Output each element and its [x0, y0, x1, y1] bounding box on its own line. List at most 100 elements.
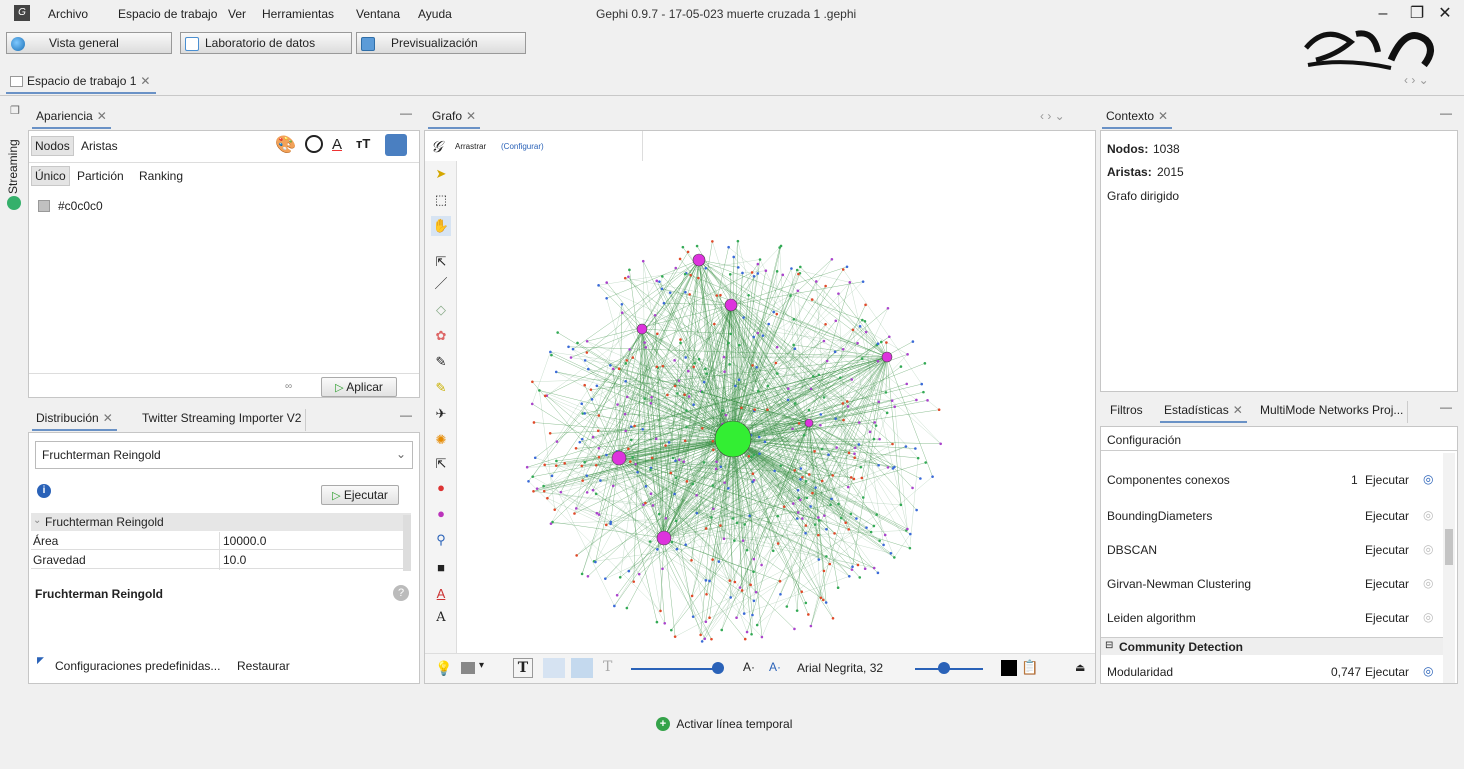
- graph-node[interactable]: [792, 343, 795, 347]
- graph-node[interactable]: [583, 412, 586, 415]
- graph-node[interactable]: [628, 460, 632, 463]
- community-detection-group[interactable]: ⊟ Community Detection: [1101, 637, 1443, 655]
- graph-node[interactable]: [825, 359, 829, 363]
- graph-node[interactable]: [673, 384, 677, 388]
- graph-node[interactable]: [804, 601, 808, 605]
- graph-node[interactable]: [653, 314, 657, 317]
- graph-node[interactable]: [632, 580, 636, 583]
- graph-node[interactable]: [583, 383, 586, 387]
- graph-node[interactable]: [585, 339, 589, 343]
- graph-node[interactable]: [800, 590, 804, 593]
- graph-node[interactable]: [911, 486, 914, 490]
- graph-node[interactable]: [834, 319, 838, 323]
- graph-node[interactable]: [542, 484, 545, 488]
- background-color-icon[interactable]: [1001, 660, 1017, 676]
- graph-node[interactable]: [554, 464, 558, 467]
- graph-node[interactable]: [624, 379, 627, 383]
- graph-node[interactable]: [543, 394, 547, 398]
- workspace-nav-icon[interactable]: ‹ › ⌄: [1404, 73, 1429, 87]
- direct-select-icon[interactable]: ⇱: [431, 252, 451, 272]
- graph-node[interactable]: [820, 479, 824, 483]
- graph-node[interactable]: [796, 511, 800, 514]
- graph-node[interactable]: [595, 384, 599, 388]
- graph-node[interactable]: [877, 400, 881, 404]
- graph-node[interactable]: [613, 604, 616, 608]
- graph-node[interactable]: [763, 440, 767, 444]
- graph-node[interactable]: [683, 272, 687, 276]
- graph-node[interactable]: [583, 460, 586, 464]
- graph-node[interactable]: [643, 341, 647, 344]
- rectangle-select-icon[interactable]: ⬚: [431, 190, 451, 210]
- graph-node[interactable]: [575, 554, 578, 557]
- graph-node[interactable]: [844, 521, 847, 525]
- graph-node[interactable]: [674, 459, 677, 463]
- graph-node[interactable]: [556, 331, 559, 334]
- graph-node[interactable]: [742, 316, 745, 319]
- graph-node[interactable]: [679, 341, 682, 345]
- graph-node[interactable]: [605, 281, 609, 284]
- graph-node[interactable]: [629, 425, 633, 428]
- graph-node[interactable]: [554, 370, 558, 374]
- graph-node[interactable]: [604, 577, 607, 580]
- graph-node[interactable]: [886, 306, 890, 310]
- select-pointer-icon[interactable]: ➤: [431, 164, 451, 184]
- run-statistic-button[interactable]: Ejecutar: [1365, 665, 1409, 679]
- graph-node[interactable]: [609, 364, 612, 367]
- run-statistic-button[interactable]: Ejecutar: [1365, 473, 1409, 487]
- graph-node[interactable]: [797, 496, 801, 499]
- graph-node[interactable]: [841, 268, 845, 271]
- graph-node[interactable]: [585, 351, 589, 354]
- graph-node[interactable]: [658, 280, 661, 283]
- graph-node[interactable]: [885, 341, 888, 344]
- edge-pencil-icon[interactable]: ✎: [431, 378, 451, 398]
- graph-node[interactable]: [764, 269, 768, 273]
- graph-node[interactable]: [824, 601, 828, 604]
- graph-node[interactable]: [872, 566, 876, 570]
- graph-node[interactable]: [884, 391, 888, 394]
- graph-node[interactable]: [804, 524, 808, 527]
- apply-button[interactable]: ▷ Aplicar: [321, 377, 397, 397]
- graph-node[interactable]: [920, 382, 924, 386]
- label-font-icon[interactable]: T: [603, 659, 612, 675]
- graph-node[interactable]: [890, 399, 894, 402]
- graph-node[interactable]: [757, 435, 761, 439]
- help-icon[interactable]: ?: [393, 585, 409, 601]
- graph-node[interactable]: [683, 393, 686, 396]
- graph-node[interactable]: [670, 540, 674, 544]
- graph-node[interactable]: [691, 482, 695, 486]
- graph-node[interactable]: [727, 245, 730, 249]
- graph-node[interactable]: [752, 453, 756, 457]
- graph-node[interactable]: [889, 551, 893, 555]
- graph-node[interactable]: [872, 437, 876, 441]
- graph-node[interactable]: [684, 543, 687, 547]
- graph-node[interactable]: [690, 558, 693, 562]
- graph-node[interactable]: [729, 596, 732, 599]
- graph-node[interactable]: [853, 446, 857, 450]
- graph-node[interactable]: [745, 630, 749, 634]
- graph-node[interactable]: [689, 273, 692, 277]
- graph-node[interactable]: [812, 375, 815, 378]
- graph-node[interactable]: [628, 348, 631, 351]
- graph-node[interactable]: [685, 409, 688, 412]
- graph-node[interactable]: [916, 456, 920, 460]
- show-labels-icon[interactable]: T: [513, 658, 533, 678]
- graph-node[interactable]: [825, 527, 828, 531]
- graph-node[interactable]: [682, 460, 686, 464]
- graph-node[interactable]: [819, 413, 823, 416]
- graph-node[interactable]: [538, 389, 541, 392]
- heat-map-icon[interactable]: ✺: [431, 430, 451, 450]
- graph-node[interactable]: [649, 492, 653, 496]
- graph-node[interactable]: [549, 350, 552, 354]
- properties-section[interactable]: ⌄ Fruchterman Reingold: [31, 513, 411, 531]
- graph-node[interactable]: [679, 338, 682, 341]
- graph-node[interactable]: [805, 496, 809, 500]
- graph-node[interactable]: [597, 414, 601, 417]
- color-swatch[interactable]: [38, 200, 50, 212]
- graph-node[interactable]: [756, 389, 760, 393]
- painter-icon[interactable]: ✿: [431, 326, 451, 346]
- graph-node[interactable]: [685, 480, 689, 483]
- graph-node[interactable]: [860, 476, 864, 480]
- graph-node[interactable]: [859, 465, 863, 469]
- tab-graph[interactable]: Grafo ✕: [428, 107, 481, 129]
- graph-node[interactable]: [683, 439, 687, 443]
